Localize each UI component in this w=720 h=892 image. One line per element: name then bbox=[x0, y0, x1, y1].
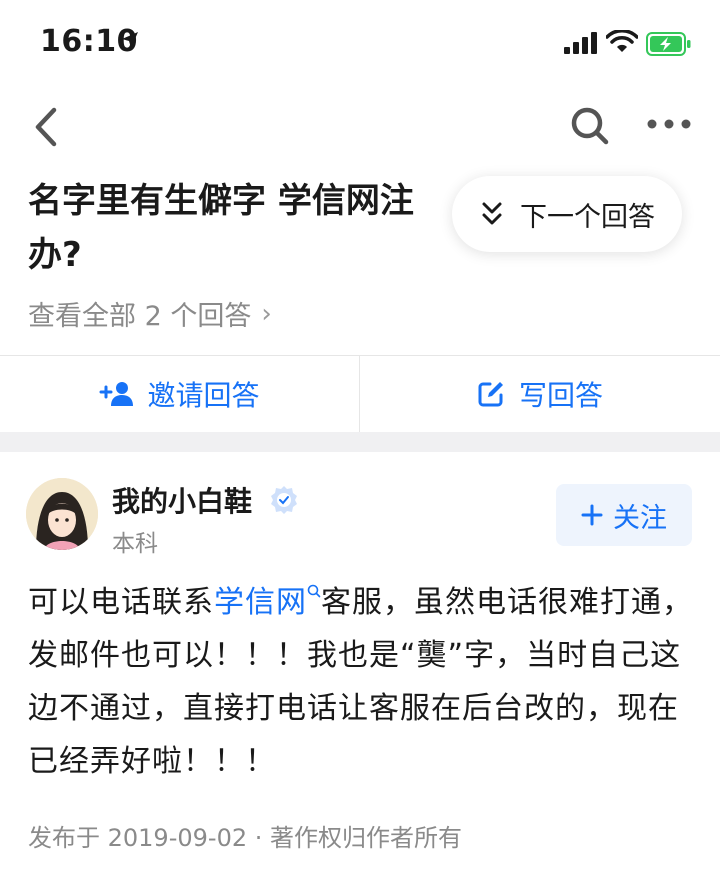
question-title-continued: 办? bbox=[28, 235, 82, 275]
answer-text-start: 可以电话联系 bbox=[28, 585, 214, 620]
cellular-signal-icon bbox=[564, 32, 597, 54]
search-keyword-icon[interactable] bbox=[307, 584, 321, 600]
avatar[interactable] bbox=[26, 478, 98, 550]
next-answer-button[interactable]: 下一个回答 bbox=[452, 176, 682, 252]
add-user-icon bbox=[99, 382, 134, 406]
more-icon[interactable] bbox=[646, 114, 692, 134]
view-all-answers-link[interactable]: 查看全部 2 个回答 › bbox=[28, 294, 272, 333]
plus-icon bbox=[581, 504, 603, 526]
question-title: 名字里有生僻字 学信网注 bbox=[28, 181, 414, 221]
chevron-right-icon: › bbox=[261, 298, 272, 329]
answer-meta: 发布于 2019-09-02 · 著作权归作者所有 bbox=[28, 824, 462, 852]
section-separator bbox=[0, 432, 720, 452]
search-icon[interactable] bbox=[568, 104, 612, 148]
author-name[interactable]: 我的小白鞋 bbox=[112, 480, 252, 520]
write-answer-button[interactable]: 写回答 bbox=[360, 356, 720, 432]
edit-icon bbox=[478, 382, 503, 407]
invite-answer-label: 邀请回答 bbox=[147, 379, 260, 412]
write-answer-label: 写回答 bbox=[518, 379, 603, 412]
invite-answer-button[interactable]: 邀请回答 bbox=[0, 356, 359, 432]
verified-badge-icon bbox=[271, 486, 297, 514]
author-subtitle: 本科 bbox=[112, 531, 158, 557]
answer-content: 可以电话联系学信网 客服，虽然电话很难打通，发邮件也可以！！！我也是“龑”字，当时… bbox=[28, 576, 696, 788]
double-chevron-down-icon bbox=[482, 202, 502, 225]
keyword-link[interactable]: 学信网 bbox=[214, 585, 307, 620]
follow-label: 关注 bbox=[613, 502, 667, 534]
wifi-icon bbox=[606, 30, 638, 52]
next-answer-label: 下一个回答 bbox=[520, 201, 655, 233]
view-all-label: 查看全部 2 个回答 bbox=[28, 301, 252, 332]
back-icon[interactable] bbox=[28, 104, 68, 150]
follow-button[interactable]: 关注 bbox=[556, 484, 692, 546]
battery-charging-icon bbox=[646, 32, 691, 56]
location-arrow-icon bbox=[122, 32, 138, 48]
